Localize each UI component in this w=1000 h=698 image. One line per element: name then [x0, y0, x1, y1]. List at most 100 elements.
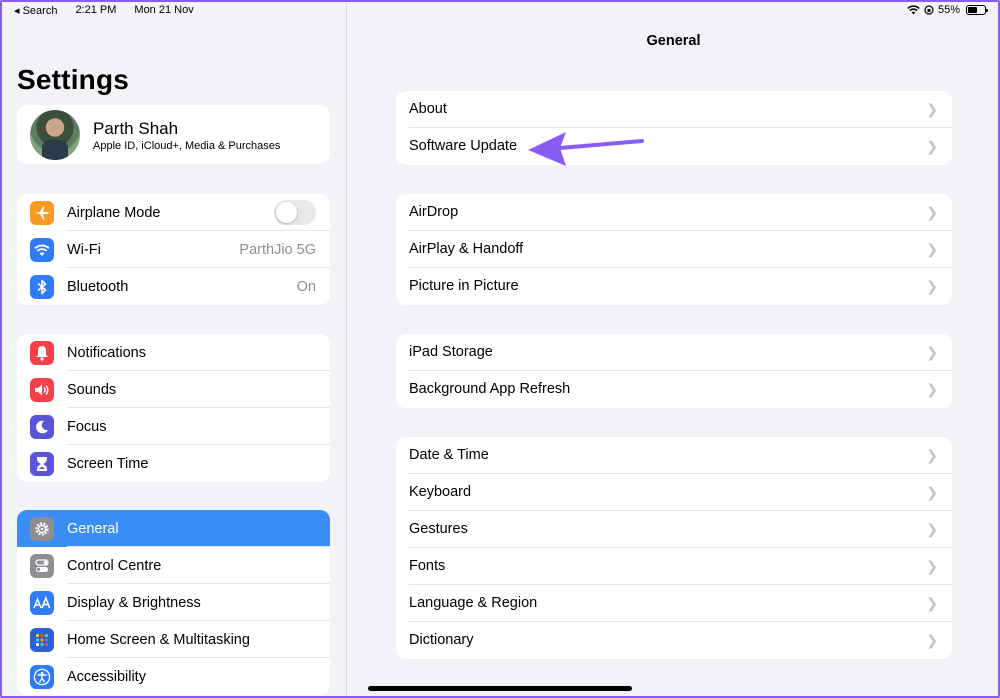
settings-sidebar: Settings Parth Shah Apple ID, iCloud+, M… — [0, 0, 347, 698]
chevron-right-icon: ❯ — [926, 632, 938, 648]
lock-rotation-icon — [924, 5, 934, 15]
chevron-right-icon: ❯ — [926, 558, 938, 574]
sidebar-item-label: Screen Time — [67, 455, 149, 472]
sidebar-item-label: Wi-Fi — [67, 241, 101, 258]
sidebar-item-label: Sounds — [67, 381, 117, 398]
sidebar-item-screen-time[interactable]: Screen Time — [17, 445, 330, 482]
grid-icon — [30, 628, 54, 652]
detail-item-label: Date & Time — [409, 447, 489, 463]
detail-item-label: iPad Storage — [409, 344, 493, 360]
detail-group-date-language: Date & Time ❯ Keyboard ❯ Gestures ❯ Font… — [396, 437, 952, 659]
sidebar-item-airplane-mode[interactable]: Airplane Mode — [17, 194, 330, 231]
sidebar-item-sounds[interactable]: Sounds — [17, 371, 330, 408]
detail-item-label: Language & Region — [409, 595, 538, 611]
status-bar: ◂ Search 2:21 PM Mon 21 Nov 55% — [0, 0, 1000, 20]
sidebar-title: Settings — [17, 64, 130, 95]
detail-item-fonts[interactable]: Fonts ❯ — [396, 548, 952, 585]
battery-percent: 55% — [937, 4, 960, 16]
switches-icon — [30, 554, 54, 578]
text-size-icon — [30, 591, 54, 615]
wifi-network-value: ParthJio 5G — [239, 241, 316, 258]
sidebar-item-display-brightness[interactable]: Display & Brightness — [17, 584, 330, 621]
sidebar-item-notifications[interactable]: Notifications — [17, 334, 330, 371]
chevron-right-icon: ❯ — [926, 204, 938, 220]
detail-item-label: AirPlay & Handoff — [409, 241, 524, 257]
detail-item-gestures[interactable]: Gestures ❯ — [396, 511, 952, 548]
detail-item-label: Picture in Picture — [409, 278, 519, 294]
detail-item-label: Background App Refresh — [409, 381, 571, 397]
bell-icon — [30, 341, 54, 365]
sidebar-item-focus[interactable]: Focus — [17, 408, 330, 445]
sidebar-item-wifi[interactable]: Wi-Fi ParthJio 5G — [17, 231, 330, 268]
sidebar-item-accessibility[interactable]: Accessibility — [17, 658, 330, 695]
sidebar-item-label: General — [67, 520, 119, 537]
chevron-right-icon: ❯ — [926, 484, 938, 500]
annotation-arrow-icon — [528, 132, 644, 166]
bluetooth-icon — [30, 275, 54, 299]
detail-item-label: AirDrop — [409, 204, 459, 220]
avatar — [30, 110, 80, 160]
battery-icon — [966, 5, 988, 15]
sidebar-item-label: Bluetooth — [67, 278, 129, 295]
bluetooth-value: On — [296, 278, 316, 295]
home-indicator[interactable] — [368, 686, 632, 691]
chevron-right-icon: ❯ — [926, 344, 938, 360]
detail-group-storage: iPad Storage ❯ Background App Refresh ❯ — [396, 334, 952, 408]
detail-item-date-time[interactable]: Date & Time ❯ — [396, 437, 952, 474]
battery-fill — [968, 7, 977, 13]
detail-item-dictionary[interactable]: Dictionary ❯ — [396, 622, 952, 659]
accessibility-icon — [30, 665, 54, 689]
notifications-group: Notifications Sounds Focus Screen Time — [17, 334, 330, 482]
chevron-right-icon: ❯ — [926, 278, 938, 294]
page-title: General — [646, 33, 701, 49]
status-date: Mon 21 Nov — [134, 4, 194, 16]
hourglass-icon — [30, 452, 54, 476]
detail-item-picture-in-picture[interactable]: Picture in Picture ❯ — [396, 268, 952, 305]
sidebar-item-control-centre[interactable]: Control Centre — [17, 547, 330, 584]
airplane-icon — [30, 201, 54, 225]
detail-item-label: Dictionary — [409, 632, 474, 648]
sidebar-item-label: Notifications — [67, 344, 146, 361]
sidebar-item-label: Display & Brightness — [67, 594, 201, 611]
chevron-right-icon: ❯ — [926, 101, 938, 117]
detail-group-about: About ❯ Software Update ❯ — [396, 91, 952, 165]
chevron-right-icon: ❯ — [926, 138, 938, 154]
detail-item-language-region[interactable]: Language & Region ❯ — [396, 585, 952, 622]
detail-item-airplay-handoff[interactable]: AirPlay & Handoff ❯ — [396, 231, 952, 268]
moon-icon — [30, 415, 54, 439]
detail-item-airdrop[interactable]: AirDrop ❯ — [396, 194, 952, 231]
wifi-status-icon — [907, 5, 920, 15]
back-to-search-link[interactable]: ◂ Search — [14, 4, 57, 17]
chevron-right-icon: ❯ — [926, 447, 938, 463]
sidebar-item-general[interactable]: General — [17, 510, 330, 547]
profile-card[interactable]: Parth Shah Apple ID, iCloud+, Media & Pu… — [17, 105, 330, 164]
system-group: General Control Centre Display & Brightn… — [17, 510, 330, 695]
detail-item-ipad-storage[interactable]: iPad Storage ❯ — [396, 334, 952, 371]
detail-item-background-app-refresh[interactable]: Background App Refresh ❯ — [396, 371, 952, 408]
wifi-icon — [30, 238, 54, 262]
connectivity-group: Airplane Mode Wi-Fi ParthJio 5G Bluetoot… — [17, 194, 330, 305]
sidebar-item-label: Control Centre — [67, 557, 162, 574]
detail-item-label: Keyboard — [409, 484, 472, 500]
sidebar-item-label: Accessibility — [67, 668, 146, 685]
detail-item-label: About — [409, 101, 447, 117]
detail-item-keyboard[interactable]: Keyboard ❯ — [396, 474, 952, 511]
sidebar-item-label: Focus — [67, 418, 107, 435]
detail-group-airdrop: AirDrop ❯ AirPlay & Handoff ❯ Picture in… — [396, 194, 952, 305]
speaker-icon — [30, 378, 54, 402]
chevron-right-icon: ❯ — [926, 521, 938, 537]
sidebar-item-label: Airplane Mode — [67, 204, 161, 221]
detail-item-label: Software Update — [409, 138, 518, 154]
sidebar-item-home-screen-multitasking[interactable]: Home Screen & Multitasking — [17, 621, 330, 658]
status-time: 2:21 PM — [75, 4, 117, 16]
profile-name: Parth Shah — [93, 119, 179, 138]
sidebar-item-label: Home Screen & Multitasking — [67, 631, 250, 648]
detail-item-label: Gestures — [409, 521, 468, 537]
profile-subtitle: Apple ID, iCloud+, Media & Purchases — [93, 140, 281, 152]
detail-item-software-update[interactable]: Software Update ❯ — [396, 128, 952, 165]
detail-item-label: Fonts — [409, 558, 446, 574]
detail-item-about[interactable]: About ❯ — [396, 91, 952, 128]
airplane-mode-toggle[interactable] — [274, 200, 316, 225]
sidebar-item-bluetooth[interactable]: Bluetooth On — [17, 268, 330, 305]
chevron-right-icon: ❯ — [926, 241, 938, 257]
